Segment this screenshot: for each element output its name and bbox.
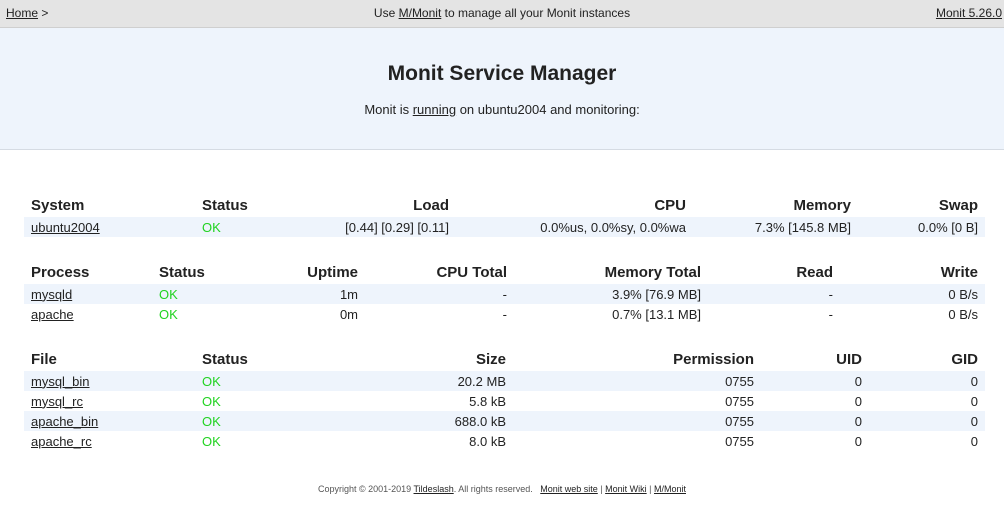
tildeslash-link[interactable]: Tildeslash (414, 484, 454, 494)
system-table: System Status Load CPU Memory Swap ubunt… (24, 193, 985, 237)
system-name-link[interactable]: ubuntu2004 (31, 220, 100, 235)
status-prefix: Monit is (364, 102, 413, 117)
col-header-status: Status (202, 196, 248, 214)
rights-text: . All rights reserved. (453, 484, 533, 494)
table-row: apache OK 0m - 0.7% [13.1 MB] - 0 B/s (24, 304, 985, 324)
cpu-value: 0.0%us, 0.0%sy, 0.0%wa (456, 217, 693, 237)
process-name-link[interactable]: mysqld (31, 287, 72, 302)
promo-prefix: Use (373, 6, 399, 20)
process-name-link[interactable]: apache (31, 307, 74, 322)
mmonit-link[interactable]: M/Monit (399, 6, 442, 20)
file-name-link[interactable]: mysql_bin (31, 374, 90, 389)
status-badge: OK (202, 433, 221, 449)
gid-value: 0 (869, 371, 985, 391)
running-link[interactable]: running (413, 102, 456, 117)
size-value: 688.0 kB (345, 411, 513, 431)
col-header-uid: UID (836, 350, 862, 368)
uid-value: 0 (761, 411, 869, 431)
col-header-status: Status (202, 350, 248, 368)
status-badge: OK (159, 306, 178, 322)
col-header-file: File (31, 350, 57, 368)
col-header-status: Status (159, 263, 205, 281)
file-name-link[interactable]: apache_rc (31, 434, 92, 449)
col-header-read: Read (796, 263, 833, 281)
status-badge: OK (152, 284, 245, 304)
status-badge: OK (195, 217, 288, 237)
col-header-swap: Swap (938, 196, 978, 214)
file-name-link[interactable]: apache_bin (31, 414, 98, 429)
size-value: 8.0 kB (469, 433, 506, 449)
table-row: mysql_bin OK 20.2 MB 0755 0 0 (24, 371, 985, 391)
write-value: 0 B/s (948, 306, 978, 322)
file-header-row: File Status Size Permission UID GID (24, 347, 985, 371)
swap-value: 0.0% [0 B] (858, 217, 985, 237)
page-header: Monit Service Manager Monit is running o… (0, 28, 1004, 150)
status-badge: OK (202, 393, 221, 409)
col-header-system: System (31, 196, 85, 214)
file-name-link[interactable]: mysql_rc (31, 394, 83, 409)
size-value: 20.2 MB (345, 371, 513, 391)
permission-value: 0755 (513, 371, 761, 391)
write-value: 0 B/s (840, 284, 985, 304)
load-value: [0.44] [0.29] [0.11] (288, 217, 456, 237)
table-row: apache_bin OK 688.0 kB 0755 0 0 (24, 411, 985, 431)
uid-value: 0 (854, 393, 862, 409)
status-suffix: on ubuntu2004 and monitoring: (456, 102, 640, 117)
table-row: apache_rc OK 8.0 kB 0755 0 0 (24, 431, 985, 451)
uid-value: 0 (761, 371, 869, 391)
page-title: Monit Service Manager (387, 62, 617, 85)
top-nav-bar: Home > Use M/Monit to manage all your Mo… (0, 0, 1004, 28)
col-header-load: Load (413, 196, 449, 214)
col-header-size: Size (475, 350, 506, 368)
col-header-memory-total: Memory Total (604, 263, 701, 281)
permission-value: 0755 (725, 433, 754, 449)
gid-value: 0 (869, 411, 985, 431)
gid-value: 0 (970, 433, 978, 449)
col-header-uptime: Uptime (307, 263, 358, 281)
permission-value: 0755 (513, 411, 761, 431)
col-header-cpu-total: CPU Total (436, 263, 507, 281)
system-header-row: System Status Load CPU Memory Swap (24, 193, 985, 217)
monit-website-link[interactable]: Monit web site (540, 484, 598, 494)
uid-value: 0 (854, 433, 862, 449)
mmonit-footer-link[interactable]: M/Monit (654, 484, 686, 494)
read-value: - (828, 306, 833, 322)
uptime-value: 0m (339, 306, 358, 322)
mmonit-promo: Use M/Monit to manage all your Monit ins… (0, 6, 1004, 20)
status-badge: OK (195, 411, 345, 431)
status-badge: OK (195, 371, 345, 391)
process-table: Process Status Uptime CPU Total Memory T… (24, 260, 985, 324)
size-value: 5.8 kB (469, 393, 506, 409)
footer: Copyright © 2001-2019 Tildeslash. All ri… (0, 484, 1004, 494)
col-header-permission: Permission (673, 350, 754, 368)
gid-value: 0 (970, 393, 978, 409)
memory-total-value: 0.7% [13.1 MB] (612, 306, 701, 322)
table-row: mysql_rc OK 5.8 kB 0755 0 0 (24, 391, 985, 411)
version-link[interactable]: Monit 5.26.0 (936, 6, 1002, 20)
table-row: ubuntu2004 OK [0.44] [0.29] [0.11] 0.0%u… (24, 217, 985, 237)
monit-wiki-link[interactable]: Monit Wiki (605, 484, 647, 494)
copyright-text: Copyright © 2001-2019 (317, 484, 414, 494)
col-header-gid: GID (951, 350, 978, 368)
promo-suffix: to manage all your Monit instances (441, 6, 631, 20)
status-line: Monit is running on ubuntu2004 and monit… (0, 102, 1004, 117)
permission-value: 0755 (725, 393, 754, 409)
memory-value: 7.3% [145.8 MB] (693, 217, 858, 237)
cpu-total-value: - (502, 306, 507, 322)
col-header-write: Write (940, 263, 978, 281)
col-header-memory: Memory (793, 196, 851, 214)
footer-separator: | (646, 484, 654, 494)
col-header-cpu: CPU (654, 196, 686, 214)
file-table: File Status Size Permission UID GID mysq… (24, 347, 985, 451)
col-header-process: Process (31, 263, 90, 281)
process-header-row: Process Status Uptime CPU Total Memory T… (24, 260, 985, 284)
cpu-total-value: - (365, 284, 514, 304)
table-row: mysqld OK 1m - 3.9% [76.9 MB] - 0 B/s (24, 284, 985, 304)
memory-total-value: 3.9% [76.9 MB] (514, 284, 708, 304)
read-value: - (708, 284, 840, 304)
uptime-value: 1m (245, 284, 365, 304)
